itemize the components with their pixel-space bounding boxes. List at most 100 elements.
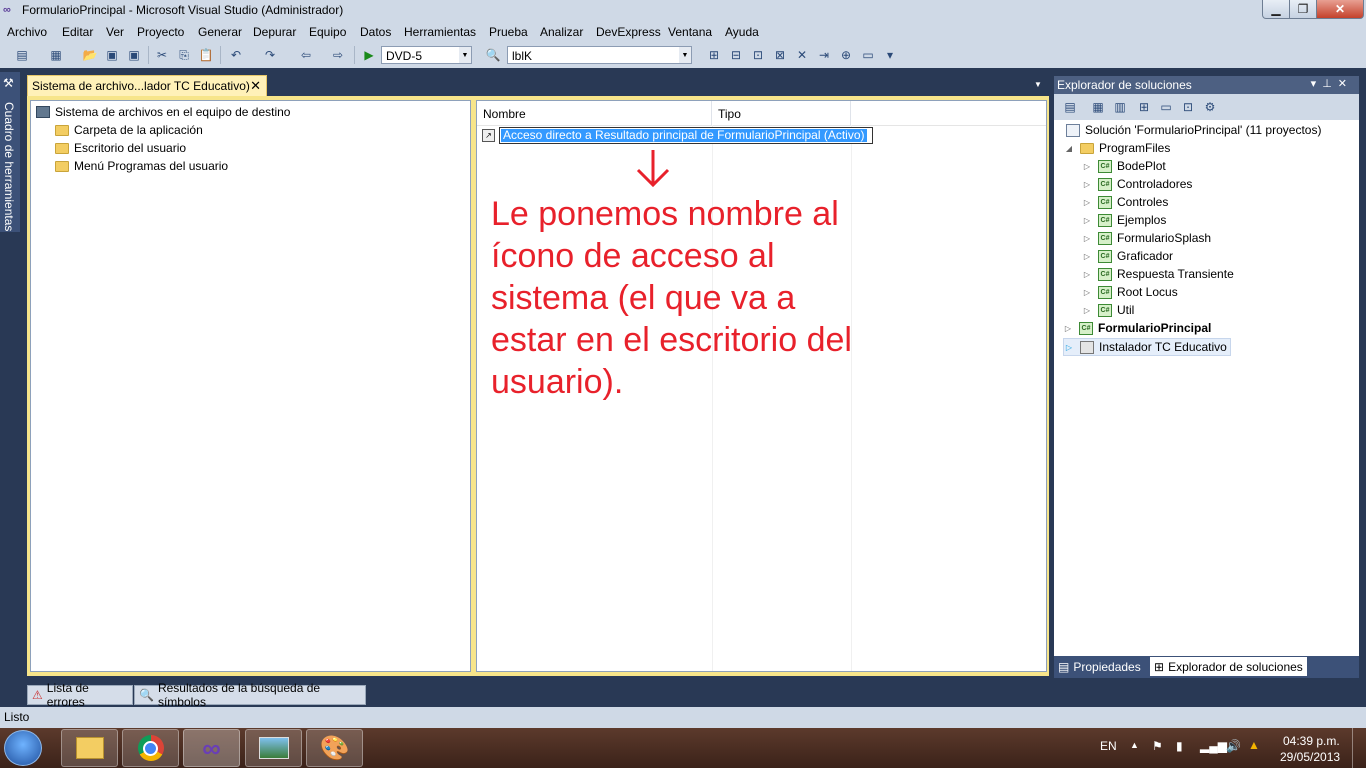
visual-studio-taskbar-button[interactable]: ∞ [183,729,240,767]
command-window-icon[interactable]: ▭ [860,47,876,63]
close-button[interactable]: ✕ [1316,0,1364,19]
project-node[interactable]: ▷ C# Ejemplos [1082,213,1166,227]
open-file-icon[interactable]: 📂 [82,47,98,63]
column-header-name[interactable]: Nombre [477,101,712,125]
tree-root[interactable]: Sistema de archivos en el equipo de dest… [36,105,290,119]
properties-icon[interactable]: ▤ [1062,99,1078,115]
network-icon[interactable]: ▂▄▆ [1200,739,1227,753]
menu-ayuda[interactable]: Ayuda [725,25,759,39]
save-all-icon[interactable]: ▣ [126,47,142,63]
menu-datos[interactable]: Datos [360,25,391,39]
expand-icon[interactable]: ▷ [1082,234,1092,243]
project-node[interactable]: ▷ C# Controladores [1082,177,1192,191]
new-project-icon[interactable]: ▤ [14,47,30,63]
chrome-taskbar-button[interactable] [122,729,179,767]
column-header-type[interactable]: Tipo [712,101,851,125]
pin-icon[interactable]: ▾⊥✕ [1311,77,1353,90]
image-viewer-taskbar-button[interactable] [245,729,302,767]
collapse-icon[interactable]: ◢ [1064,144,1074,153]
tab-properties[interactable]: ▤ Propiedades [1058,657,1141,676]
project-node[interactable]: ▷ C# Controles [1082,195,1168,209]
properties-window-icon[interactable]: ⊟ [728,47,744,63]
menu-generar[interactable]: Generar [198,25,242,39]
expand-icon[interactable]: ▷ [1082,198,1092,207]
solution-node[interactable]: Solución 'FormularioPrincipal' (11 proye… [1066,123,1321,137]
add-item-icon[interactable]: ▦ [48,47,64,63]
rename-input[interactable]: Acceso directo a Resultado principal de … [499,127,873,144]
power-icon[interactable]: ▮ [1176,739,1183,753]
clock-time[interactable]: 04:39 p.m. [1283,734,1340,748]
menu-editar[interactable]: Editar [62,25,93,39]
google-drive-icon[interactable]: ▲ [1248,738,1260,752]
setup-project-node[interactable]: ▷ Instalador TC Educativo [1063,338,1231,356]
custom-actions-editor-icon[interactable]: ⊡ [1180,99,1196,115]
toolbox-window-icon[interactable]: ⊠ [772,47,788,63]
expand-icon[interactable]: ▷ [1082,288,1092,297]
start-page-icon[interactable]: ⇥ [816,47,832,63]
cut-icon[interactable]: ✂ [154,47,170,63]
user-interface-editor-icon[interactable]: ▭ [1158,99,1174,115]
tab-solution-explorer[interactable]: ⊞ Explorador de soluciones [1150,657,1307,676]
file-types-editor-icon[interactable]: ⊞ [1136,99,1152,115]
paste-icon[interactable]: 📋 [198,47,214,63]
find-in-files-icon[interactable]: 🔍 [485,47,501,63]
undo-icon[interactable]: ↶ [228,47,244,63]
save-icon[interactable]: ▣ [104,47,120,63]
chevron-down-icon[interactable]: ▾ [882,47,898,63]
start-debugging-icon[interactable]: ▶ [361,47,377,63]
menu-equipo[interactable]: Equipo [309,25,346,39]
clock-date[interactable]: 29/05/2013 [1280,750,1340,764]
project-node[interactable]: ▷ C# Util [1082,303,1134,317]
folder-node[interactable]: ◢ ProgramFiles [1064,141,1170,155]
tree-item-user-desktop[interactable]: Escritorio del usuario [55,141,186,155]
show-hidden-icons-icon[interactable]: ▲ [1130,740,1139,750]
project-node[interactable]: ▷ C# Graficador [1082,249,1173,263]
object-browser-icon[interactable]: ⊡ [750,47,766,63]
start-button[interactable] [4,730,42,766]
expand-icon[interactable]: ▷ [1064,343,1074,352]
solution-explorer-icon[interactable]: ⊞ [706,47,722,63]
chevron-down-icon[interactable]: ▼ [1034,80,1042,89]
volume-icon[interactable]: 🔊 [1226,739,1241,753]
tree-item-user-programs-menu[interactable]: Menú Programas del usuario [55,159,228,173]
show-desktop-button[interactable] [1352,728,1366,768]
menu-ventana[interactable]: Ventana [668,25,712,39]
menu-devexpress[interactable]: DevExpress [596,25,661,39]
menu-prueba[interactable]: Prueba [489,25,528,39]
tools-icon[interactable]: ✕ [794,47,810,63]
maximize-button[interactable]: ❐ [1289,0,1317,19]
paint-taskbar-button[interactable]: 🎨 [306,729,363,767]
redo-icon[interactable]: ↷ [262,47,278,63]
tab-find-symbol-results[interactable]: 🔍 Resultados de la búsqueda de símbolos [134,681,366,709]
explorer-taskbar-button[interactable] [61,729,118,767]
project-node[interactable]: ▷ C# BodePlot [1082,159,1166,173]
navigate-backward-icon[interactable]: ⇦ [298,47,314,63]
menu-depurar[interactable]: Depurar [253,25,296,39]
copy-icon[interactable]: ⎘ [176,47,192,63]
close-icon[interactable]: ✕ [250,78,261,94]
expand-icon[interactable]: ▷ [1082,216,1092,225]
startup-project-node[interactable]: ▷ C# FormularioPrincipal [1063,321,1211,335]
menu-archivo[interactable]: Archivo [7,25,47,39]
minimize-button[interactable]: ▁ [1262,0,1290,19]
expand-icon[interactable]: ▷ [1063,324,1073,333]
solution-configuration-combo[interactable]: DVD-5 ▼ [381,46,472,64]
project-node[interactable]: ▷ C# Respuesta Transiente [1082,267,1234,281]
extension-manager-icon[interactable]: ⊕ [838,47,854,63]
language-indicator[interactable]: EN [1100,739,1117,753]
find-combo[interactable]: lblK ▼ [507,46,692,64]
menu-herramientas[interactable]: Herramientas [404,25,476,39]
expand-icon[interactable]: ▷ [1082,252,1092,261]
navigate-forward-icon[interactable]: ⇨ [330,47,346,63]
project-node[interactable]: ▷ C# Root Locus [1082,285,1178,299]
expand-icon[interactable]: ▷ [1082,180,1092,189]
file-system-editor-icon[interactable]: ▦ [1090,99,1106,115]
registry-editor-icon[interactable]: ▥ [1112,99,1128,115]
tab-error-list[interactable]: ⚠ Lista de errores [27,681,133,709]
menu-proyecto[interactable]: Proyecto [137,25,184,39]
tree-item-application-folder[interactable]: Carpeta de la aplicación [55,123,203,137]
expand-icon[interactable]: ▷ [1082,162,1092,171]
expand-icon[interactable]: ▷ [1082,270,1092,279]
toolbox-strip[interactable]: ⚒ Cuadro de herramientas [0,72,20,232]
menu-ver[interactable]: Ver [106,25,124,39]
